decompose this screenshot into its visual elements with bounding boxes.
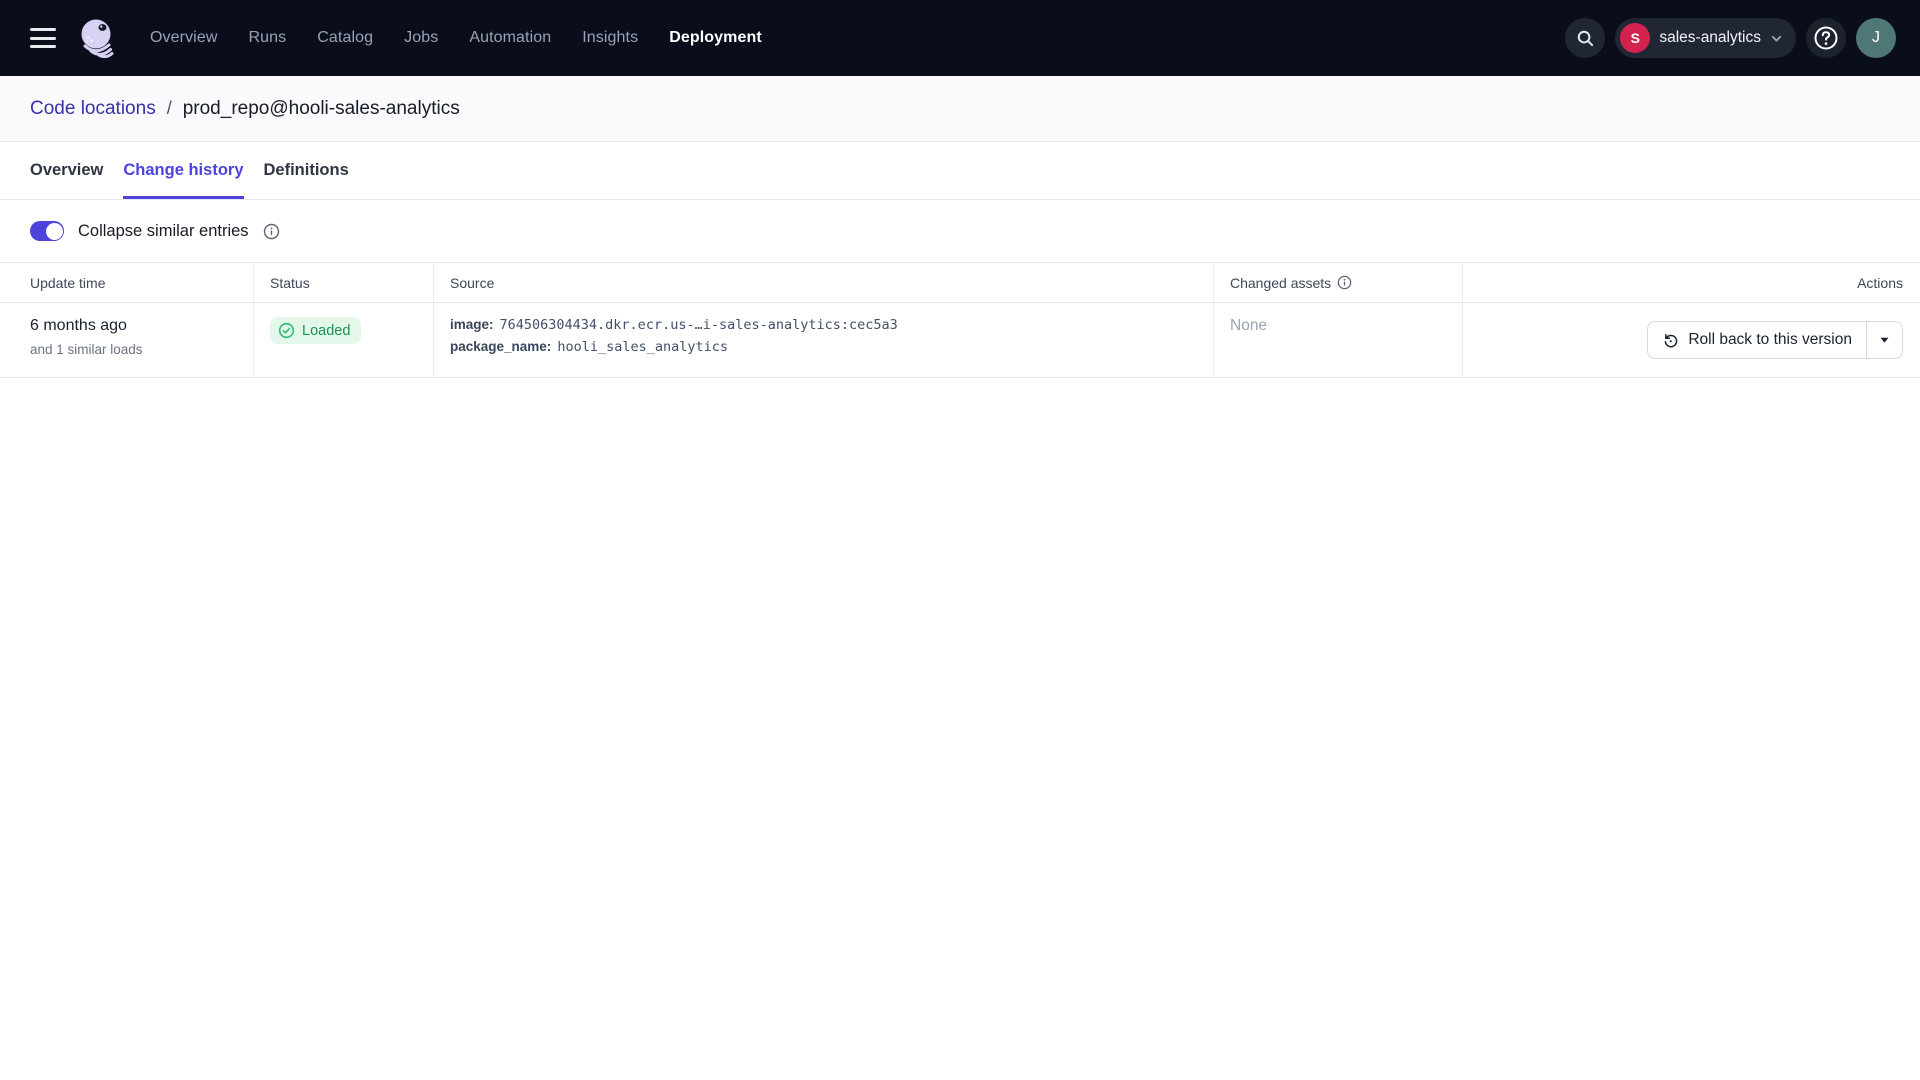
tab-bar: Overview Change history Definitions [0,142,1920,200]
actions-cell: Roll back to this version [1462,303,1920,377]
breadcrumb-code-locations-link[interactable]: Code locations [30,98,156,120]
tab-change-history[interactable]: Change history [123,142,243,199]
table-header: Update time Status Source Changed assets… [0,262,1920,303]
org-avatar: S [1620,23,1650,53]
org-switcher[interactable]: S sales-analytics [1615,18,1796,58]
chevron-down-icon [1770,32,1783,45]
dagster-logo-icon[interactable] [74,14,122,62]
nav-right-cluster: S sales-analytics J [1565,18,1896,58]
toggle-label: Collapse similar entries [78,222,249,241]
source-package-value: hooli_sales_analytics [557,339,728,355]
similar-loads-note: and 1 similar loads [30,342,237,357]
help-icon [1812,24,1840,52]
nav-item-automation[interactable]: Automation [469,29,551,47]
breadcrumb-current: prod_repo@hooli-sales-analytics [183,98,460,120]
rollback-button[interactable]: Roll back to this version [1648,322,1866,358]
status-badge: Loaded [270,317,361,344]
change-history-table: Update time Status Source Changed assets… [0,262,1920,378]
info-icon[interactable] [1337,275,1352,290]
rollback-icon [1662,332,1679,349]
col-status: Status [253,263,433,302]
table-row: 6 months ago and 1 similar loads Loaded … [0,303,1920,378]
tab-definitions[interactable]: Definitions [264,142,349,199]
rollback-split-button: Roll back to this version [1647,321,1903,359]
nav-item-deployment[interactable]: Deployment [669,29,762,47]
caret-down-icon [1879,336,1890,344]
update-time: 6 months ago [30,317,237,335]
info-icon[interactable] [263,223,280,240]
search-button[interactable] [1565,18,1605,58]
col-update-time: Update time [0,263,253,302]
menu-icon[interactable] [30,28,56,48]
collapse-similar-entries-toggle[interactable] [30,221,64,241]
org-name: sales-analytics [1659,29,1761,47]
col-changed-assets: Changed assets [1213,263,1462,302]
col-actions: Actions [1462,263,1920,302]
top-nav: Overview Runs Catalog Jobs Automation In… [0,0,1920,76]
toolbar: Collapse similar entries [0,200,1920,262]
search-icon [1576,29,1595,48]
user-avatar[interactable]: J [1856,18,1896,58]
status-cell: Loaded [253,303,433,377]
nav-item-overview[interactable]: Overview [150,29,217,47]
rollback-label: Roll back to this version [1688,331,1852,349]
status-label: Loaded [302,323,350,339]
nav-item-insights[interactable]: Insights [582,29,638,47]
nav-item-runs[interactable]: Runs [248,29,286,47]
update-time-cell: 6 months ago and 1 similar loads [0,303,253,377]
col-source: Source [433,263,1213,302]
help-button[interactable] [1806,18,1846,58]
breadcrumb-separator: / [167,98,172,119]
source-cell: image: 764506304434.dkr.ecr.us-…i-sales-… [433,303,1213,377]
source-image-value: 764506304434.dkr.ecr.us-…i-sales-analyti… [500,317,898,333]
nav-item-catalog[interactable]: Catalog [317,29,373,47]
rollback-dropdown-button[interactable] [1866,322,1902,358]
changed-assets-cell: None [1213,303,1462,377]
source-image-key: image: [450,317,494,332]
main-nav: Overview Runs Catalog Jobs Automation In… [150,29,762,47]
breadcrumb: Code locations / prod_repo@hooli-sales-a… [0,76,1920,142]
check-circle-icon [278,322,295,339]
source-package-key: package_name: [450,339,551,354]
changed-assets-value: None [1230,317,1267,334]
nav-item-jobs[interactable]: Jobs [404,29,438,47]
tab-overview[interactable]: Overview [30,142,103,199]
